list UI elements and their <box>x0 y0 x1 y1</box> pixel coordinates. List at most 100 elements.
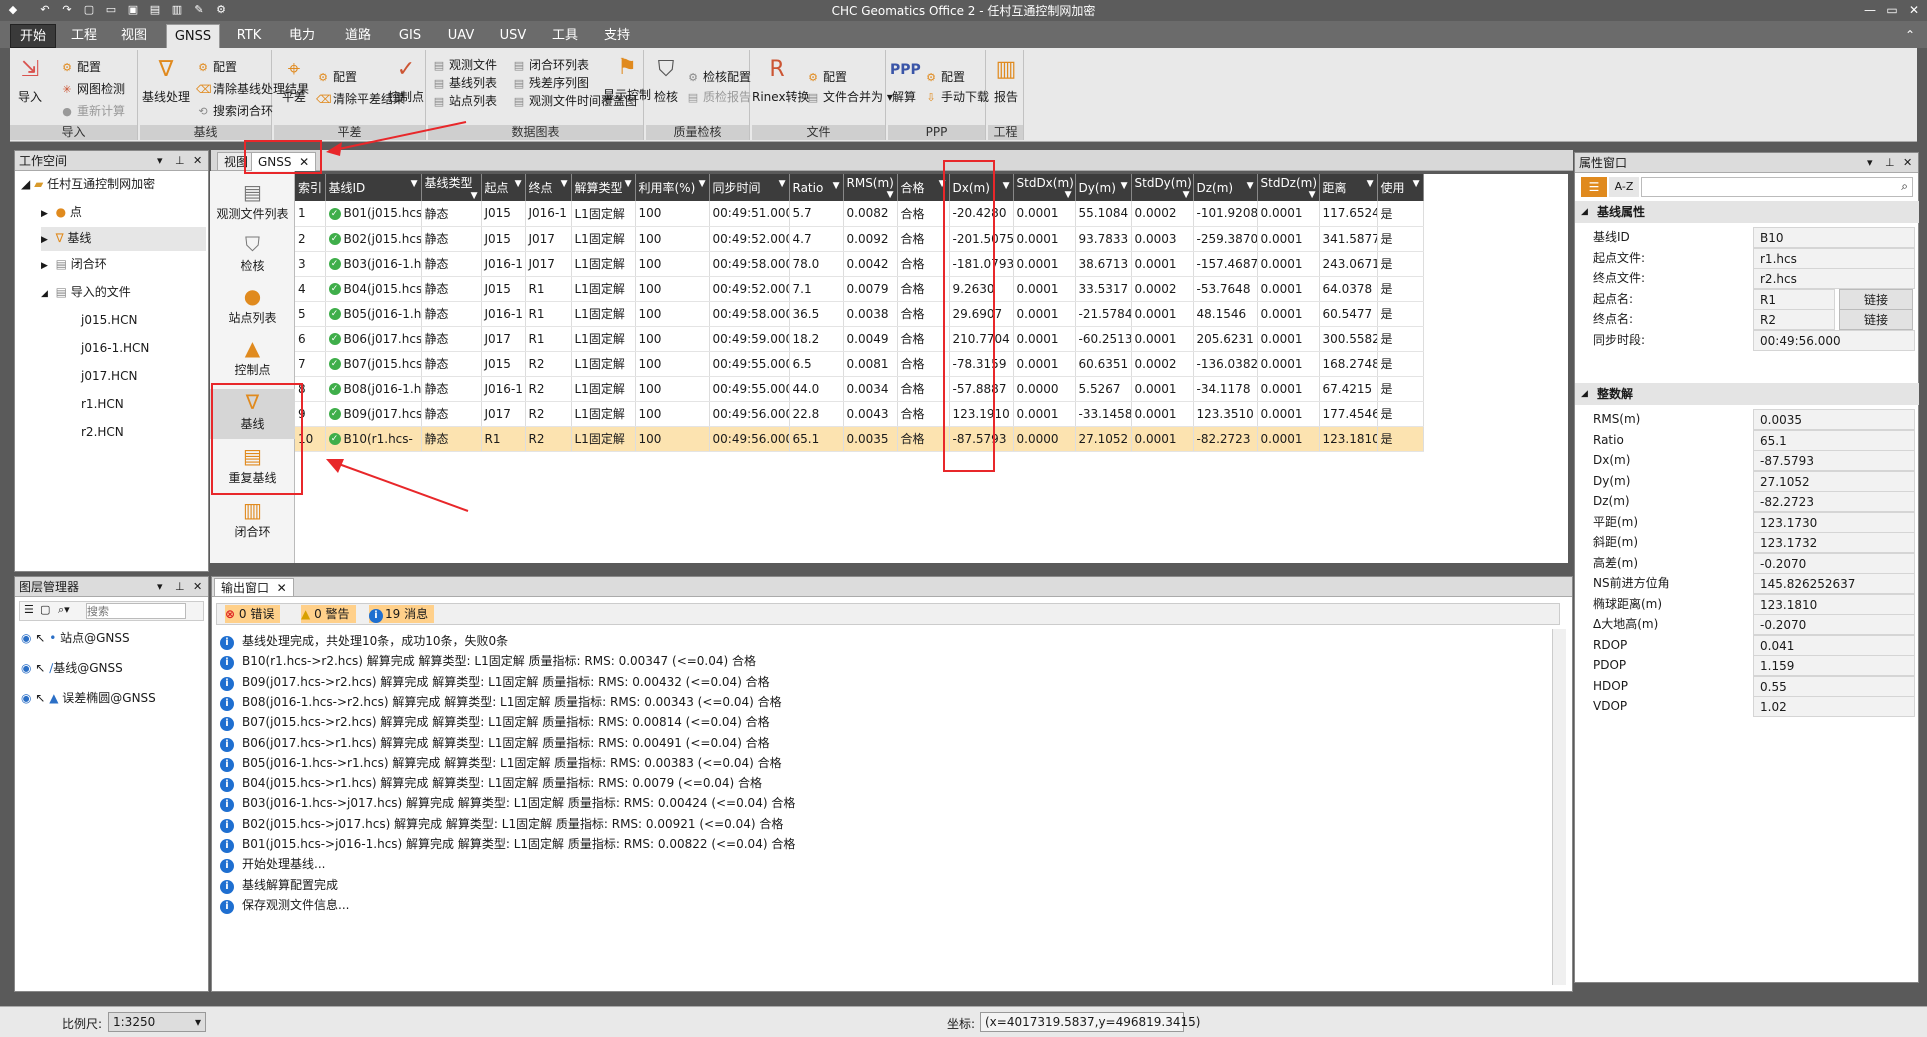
output-scrollbar[interactable] <box>1552 629 1566 985</box>
sort-az-button[interactable]: A-Z <box>1609 177 1639 197</box>
tree-file[interactable]: j016-1.HCN <box>81 337 149 359</box>
pin-icon[interactable]: ⊥ <box>175 577 185 597</box>
station-list-tool-button[interactable]: ● 站点列表 <box>210 283 295 326</box>
tab-gnss[interactable]: GNSS <box>166 24 220 48</box>
tree-file[interactable]: r1.HCN <box>81 393 124 415</box>
qc-report-button[interactable]: ▤ 质检报告 <box>686 88 751 106</box>
rinex-convert-button[interactable]: R Rinex转换 <box>752 56 810 105</box>
tree-root[interactable]: ◢ ▰ 任村互通控制网加密 <box>21 173 155 195</box>
residual-button[interactable]: ▤ 残差序列图 <box>512 74 589 92</box>
column-header[interactable]: StdDx(m) ▼ <box>1013 174 1076 201</box>
import-button[interactable]: ⇲ 导入 <box>14 56 46 105</box>
loop-list-button[interactable]: ▤ 闭合环列表 <box>512 56 589 74</box>
tab-view[interactable]: 视图 <box>112 24 156 48</box>
table-row[interactable]: 2 ✓ B02(j015.hcs 静态 J015 J017 L1固定解 100 00:49:52… <box>295 226 1424 252</box>
close-icon[interactable]: ✕ <box>1903 153 1912 173</box>
filter-icon[interactable]: ▼ <box>515 179 522 189</box>
tree-item-baseline[interactable]: ▶ ∇ 基线 <box>41 227 206 251</box>
table-row[interactable]: 10 ✓ B10(r1.hcs- 静态 R1 R2 L1固定解 100 00:49:56.000… <box>295 426 1424 452</box>
baseline-list-button[interactable]: ▤ 基线列表 <box>432 74 497 92</box>
eye-icon[interactable]: ◉ <box>21 661 31 675</box>
tab-uav[interactable]: UAV <box>438 24 484 48</box>
layer-search-input[interactable] <box>86 603 186 619</box>
check-config-button[interactable]: ⚙ 检核配置 <box>686 68 751 86</box>
expand-icon[interactable]: ▶ <box>41 261 48 271</box>
filter-icon[interactable]: ▼ <box>699 179 706 189</box>
baseline-process-button[interactable]: ∇ 基线处理 <box>142 56 190 105</box>
select-icon[interactable]: ↖ <box>35 661 45 675</box>
column-header[interactable]: 同步时间 ▼ <box>709 174 790 201</box>
close-icon[interactable]: ✕ <box>193 151 202 171</box>
pin-icon[interactable]: ⊥ <box>1885 153 1895 173</box>
layer-item-stations[interactable]: ◉ ↖ • 站点@GNSS <box>21 627 130 649</box>
ppp-solve-button[interactable]: PPP 解算 <box>888 56 921 105</box>
collapse-icon[interactable]: ◢ <box>1581 201 1588 223</box>
ribbon-collapse-icon[interactable]: ⌃ <box>1900 27 1920 43</box>
tree-item-points[interactable]: ▶ ● 点 <box>41 201 82 225</box>
table-row[interactable]: 9 ✓ B09(j017.hcs 静态 J017 R2 L1固定解 100 00:49:56.0… <box>295 401 1424 427</box>
filter-icon[interactable]: ▼ <box>1413 179 1420 189</box>
section-baseline-attrs[interactable]: ◢ 基线属性 <box>1575 201 1919 223</box>
message-filter[interactable]: i 19 消息 <box>369 605 435 623</box>
filter-icon[interactable]: ▼ <box>779 179 786 189</box>
column-header[interactable]: 距离 ▼ <box>1319 174 1378 201</box>
merge-files-button[interactable]: ▤ 文件合并为 ▾ <box>806 88 893 106</box>
expand-icon[interactable]: ▶ <box>41 235 48 245</box>
tree-item-loop[interactable]: ▶ ▤ 闭合环 <box>41 253 107 277</box>
filter-icon[interactable]: ▼ <box>471 191 478 201</box>
warning-filter[interactable]: ▲ 0 警告 <box>301 605 356 623</box>
column-header[interactable]: 合格 ▼ <box>897 174 950 201</box>
column-header[interactable]: 起点 ▼ <box>481 174 526 201</box>
close-window-icon[interactable]: ✕ <box>1904 2 1924 18</box>
column-header[interactable]: 基线ID ▼ <box>325 174 422 201</box>
tab-power[interactable]: 电力 <box>278 24 326 48</box>
report-button[interactable]: ▥ 报告 <box>990 56 1022 105</box>
property-search-input[interactable]: ⌕ <box>1641 177 1913 197</box>
ppp-config-button[interactable]: ⚙ 配置 <box>924 68 965 86</box>
layer-item-ellipse[interactable]: ◉ ↖ ▲ 误差椭圆@GNSS <box>21 687 156 709</box>
search-icon[interactable]: ⌕▾ <box>58 603 70 617</box>
obs-file-list-button[interactable]: ▤ 观测文件列表 <box>210 179 295 222</box>
filter-icon[interactable]: ▼ <box>411 179 418 189</box>
qc-check-button[interactable]: ⛉ 检核 <box>650 56 682 105</box>
filter-icon[interactable]: ▼ <box>1183 190 1190 200</box>
file-config-button[interactable]: ⚙ 配置 <box>806 68 847 86</box>
maximize-icon[interactable]: ▭ <box>1882 2 1902 18</box>
filter-icon[interactable]: ▼ <box>561 179 568 189</box>
adjust-config-button[interactable]: ⚙ 配置 <box>316 68 357 86</box>
loop-tool-button[interactable]: ▥ 闭合环 <box>210 497 295 540</box>
adjust-button[interactable]: ⌖ 平差 <box>274 56 314 105</box>
filter-icon[interactable]: ▼ <box>1367 179 1374 189</box>
select-icon[interactable]: ↖ <box>35 691 45 705</box>
categorized-icon[interactable]: ☰ <box>1581 177 1607 197</box>
collapse-icon[interactable]: ◢ <box>1581 383 1588 405</box>
column-header[interactable]: Ratio ▼ <box>789 174 844 201</box>
column-header[interactable]: 使用 ▼ <box>1377 174 1424 201</box>
dropdown-icon[interactable]: ▾ <box>1867 153 1873 173</box>
tab-start[interactable]: 开始 <box>10 24 56 48</box>
table-row[interactable]: 5 ✓ B05(j016-1.h 静态 J016-1 R1 L1固定解 100 00:49:58… <box>295 301 1424 327</box>
tree-file[interactable]: r2.HCN <box>81 421 124 443</box>
station-list-button[interactable]: ▤ 站点列表 <box>432 92 497 110</box>
search-loop-button[interactable]: ⟲ 搜索闭合环 <box>196 102 273 120</box>
tree-file[interactable]: j015.HCN <box>81 309 137 331</box>
table-row[interactable]: 6 ✓ B06(j017.hcs 静态 J017 R1 L1固定解 100 00:49:59.0… <box>295 326 1424 352</box>
import-config-button[interactable]: ⚙ 配置 <box>60 58 101 76</box>
column-header[interactable]: StdDy(m) ▼ <box>1131 174 1194 201</box>
filter-icon[interactable]: ▼ <box>1121 181 1128 191</box>
close-icon[interactable]: ✕ <box>193 577 202 597</box>
column-header[interactable]: StdDz(m) ▼ <box>1257 174 1320 201</box>
minimize-icon[interactable]: — <box>1860 2 1880 18</box>
error-filter[interactable]: ⊗ 0 错误 <box>225 605 281 623</box>
table-row[interactable]: 1 ✓ B01(j015.hcs 静态 J015 J016-1 L1固定解 100 00:49:… <box>295 201 1424 227</box>
new-layer-icon[interactable]: ▢ <box>40 603 50 616</box>
property-value[interactable]: 1.02 <box>1753 696 1915 717</box>
layer-menu-icon[interactable]: ☰ <box>24 603 34 616</box>
filter-icon[interactable]: ▼ <box>1309 190 1316 200</box>
tree-file[interactable]: j017.HCN <box>81 365 137 387</box>
tab-tools[interactable]: 工具 <box>542 24 588 48</box>
table-row[interactable]: 8 ✓ B08(j016-1.h 静态 J016-1 R2 L1固定解 100 00:49:55… <box>295 376 1424 402</box>
recalc-button[interactable]: ● 重新计算 <box>60 102 125 120</box>
column-header[interactable]: RMS(m) ▼ <box>843 174 898 201</box>
eye-icon[interactable]: ◉ <box>21 691 31 705</box>
